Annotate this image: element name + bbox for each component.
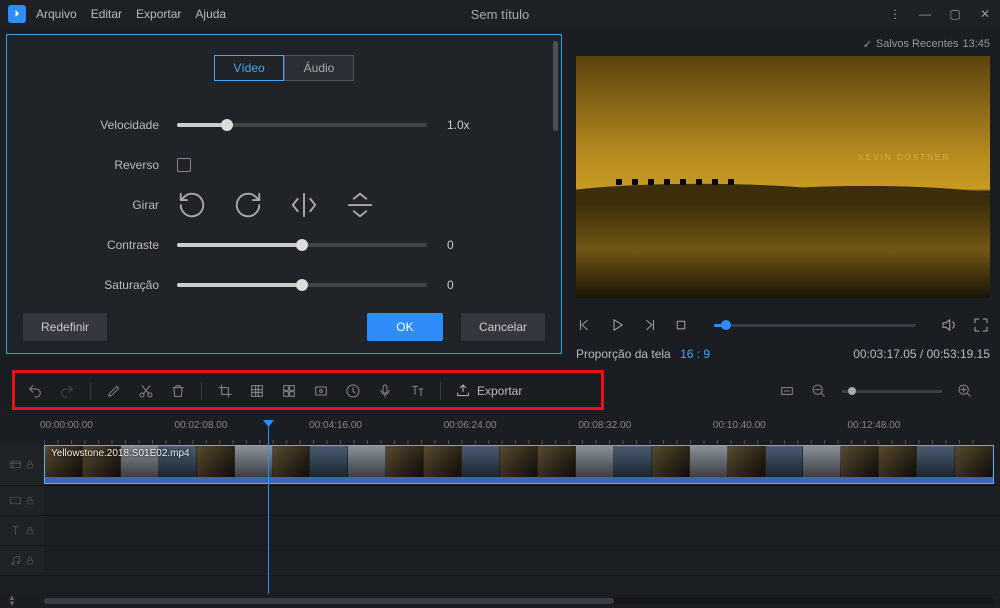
saved-check-icon: ✓ bbox=[863, 38, 872, 51]
label-reverso: Reverso bbox=[27, 158, 177, 172]
value-saturacao: 0 bbox=[447, 278, 493, 292]
fit-icon[interactable] bbox=[778, 382, 796, 400]
fullscreen-icon[interactable] bbox=[972, 316, 990, 334]
ruler-tick-0: 00:00:00.00 bbox=[40, 420, 93, 431]
flip-vertical-icon[interactable] bbox=[345, 194, 375, 216]
zoom-out-icon[interactable] bbox=[810, 382, 828, 400]
saved-time: 13:45 bbox=[962, 38, 990, 50]
crop-icon[interactable] bbox=[216, 382, 234, 400]
track-head-audio[interactable] bbox=[0, 546, 44, 575]
window-title: Sem título bbox=[0, 7, 1000, 22]
close-icon[interactable]: ✕ bbox=[978, 7, 992, 21]
mosaic-icon[interactable] bbox=[248, 382, 266, 400]
ok-button[interactable]: OK bbox=[367, 313, 443, 341]
more-icon[interactable]: ⋮ bbox=[888, 7, 902, 21]
slider-contraste[interactable] bbox=[177, 243, 427, 247]
minimize-icon[interactable]: ― bbox=[918, 7, 932, 21]
voiceover-icon[interactable] bbox=[376, 382, 394, 400]
track-scroll-arrows[interactable]: ▲▼ bbox=[8, 595, 16, 607]
ruler-tick-3: 00:06:24.00 bbox=[444, 420, 497, 431]
zoom-in-icon[interactable] bbox=[956, 382, 974, 400]
playhead[interactable] bbox=[268, 420, 269, 594]
edit-icon[interactable] bbox=[105, 382, 123, 400]
play-icon[interactable] bbox=[608, 316, 626, 334]
ruler-tick-1: 00:02:08.00 bbox=[175, 420, 228, 431]
label-velocidade: Velocidade bbox=[27, 118, 177, 132]
aspect-ratio: Proporção da tela 16 : 9 bbox=[576, 347, 710, 361]
tab-video[interactable]: Vídeo bbox=[214, 55, 284, 81]
time-display: 00:03:17.05 / 00:53:19.15 bbox=[853, 347, 990, 361]
slider-velocidade[interactable] bbox=[177, 123, 427, 127]
credit-text: KEVIN COSTNER bbox=[859, 153, 950, 162]
label-girar: Girar bbox=[27, 198, 177, 212]
next-frame-icon[interactable] bbox=[640, 316, 658, 334]
ruler-tick-6: 00:12:48.00 bbox=[847, 420, 900, 431]
track-head-text[interactable] bbox=[0, 516, 44, 545]
export-button[interactable]: Exportar bbox=[455, 383, 522, 399]
maximize-icon[interactable]: ▢ bbox=[948, 7, 962, 21]
playback-progress[interactable] bbox=[714, 324, 916, 327]
value-velocidade: 1.0x bbox=[447, 118, 493, 132]
timeline-ruler[interactable]: 00:00:00.00 00:02:08.00 00:04:16.00 00:0… bbox=[0, 420, 1000, 444]
panel-scrollbar[interactable] bbox=[553, 41, 558, 347]
prev-frame-icon[interactable] bbox=[576, 316, 594, 334]
delete-icon[interactable] bbox=[169, 382, 187, 400]
text-to-speech-icon[interactable] bbox=[408, 382, 426, 400]
volume-icon[interactable] bbox=[940, 316, 958, 334]
tab-audio[interactable]: Áudio bbox=[284, 55, 354, 81]
checkbox-reverso[interactable] bbox=[177, 158, 191, 172]
duration-icon[interactable] bbox=[344, 382, 362, 400]
clip-settings-panel: Vídeo Áudio Velocidade 1.0x Reverso Gira… bbox=[6, 34, 562, 354]
grid-icon[interactable] bbox=[280, 382, 298, 400]
zoom-slider[interactable] bbox=[842, 390, 942, 393]
video-preview[interactable]: KEVIN COSTNER bbox=[576, 56, 990, 298]
rotate-ccw-icon[interactable] bbox=[177, 194, 207, 216]
cut-icon[interactable] bbox=[137, 382, 155, 400]
aspect-ratio-value[interactable]: 16 : 9 bbox=[680, 347, 710, 361]
cancelar-button[interactable]: Cancelar bbox=[461, 313, 545, 341]
ruler-tick-5: 00:10:40.00 bbox=[713, 420, 766, 431]
rotate-cw-icon[interactable] bbox=[233, 194, 263, 216]
flip-horizontal-icon[interactable] bbox=[289, 194, 319, 216]
value-contraste: 0 bbox=[447, 238, 493, 252]
video-clip[interactable]: Yellowstone.2018.S01E02.mp4 bbox=[44, 445, 994, 484]
slider-saturacao[interactable] bbox=[177, 283, 427, 287]
label-saturacao: Saturação bbox=[27, 278, 177, 292]
clip-name: Yellowstone.2018.S01E02.mp4 bbox=[51, 448, 190, 459]
label-contraste: Contraste bbox=[27, 238, 177, 252]
redo-icon[interactable] bbox=[58, 382, 76, 400]
ruler-tick-2: 00:04:16.00 bbox=[309, 420, 362, 431]
undo-icon[interactable] bbox=[26, 382, 44, 400]
aspect-icon[interactable] bbox=[312, 382, 330, 400]
stop-icon[interactable] bbox=[672, 316, 690, 334]
redefinir-button[interactable]: Redefinir bbox=[23, 313, 107, 341]
track-head-video[interactable] bbox=[0, 444, 44, 485]
saved-label: Salvos Recentes bbox=[876, 38, 959, 50]
ruler-tick-4: 00:08:32.00 bbox=[578, 420, 631, 431]
track-head-overlay[interactable] bbox=[0, 486, 44, 515]
